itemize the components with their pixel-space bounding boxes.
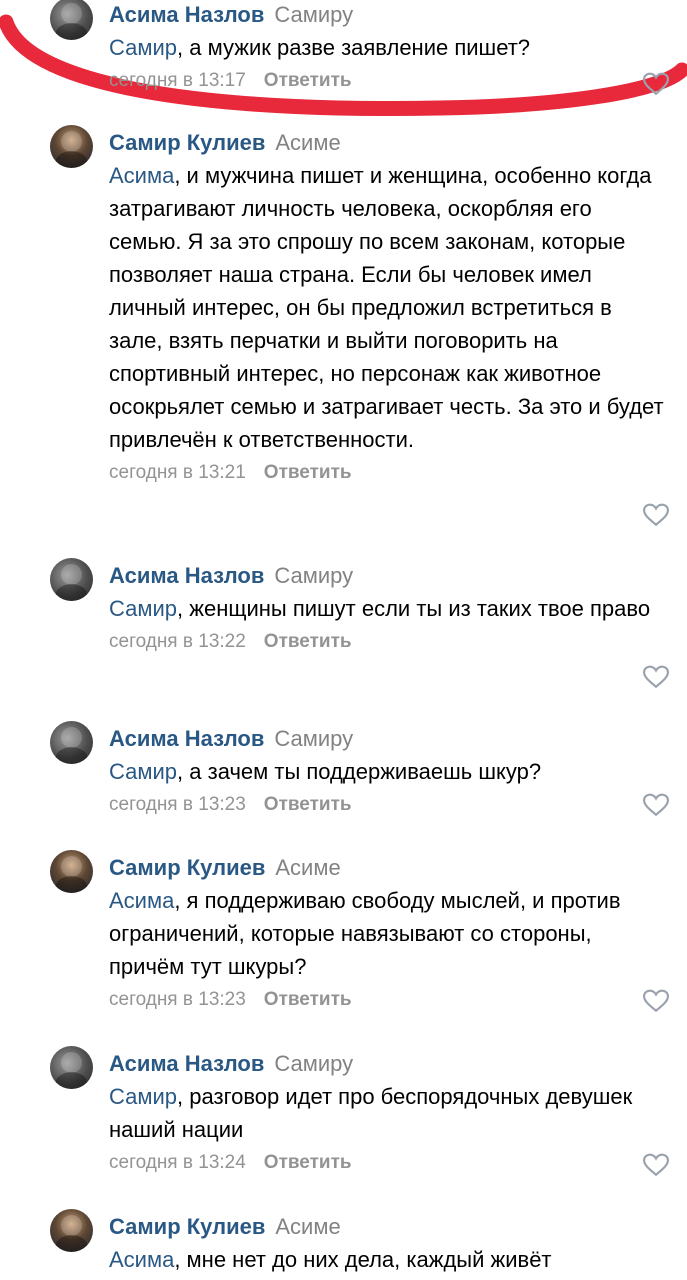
addressee-link[interactable]: Самир bbox=[109, 596, 177, 621]
comment-author[interactable]: Самир Кулиев bbox=[109, 1214, 265, 1239]
asima-avatar[interactable] bbox=[50, 721, 93, 764]
comment-text: , разговор идет про беспорядочных девуше… bbox=[109, 1084, 633, 1142]
heart-outline-icon[interactable] bbox=[643, 503, 669, 527]
samir-avatar[interactable] bbox=[50, 125, 93, 168]
heart-outline-icon[interactable] bbox=[643, 793, 669, 817]
addressee-link[interactable]: Самир bbox=[109, 35, 177, 60]
asima-avatar[interactable] bbox=[50, 0, 93, 40]
comment-date: сегодня в 13:23 bbox=[109, 794, 246, 815]
comment: Самир Кулиев Асиме Асима, и мужчина пишет… bbox=[0, 125, 687, 545]
comment: Асима Назлов Самиру Самир, разговор идет … bbox=[0, 1046, 687, 1186]
comment: Асима Назлов Самиру Самир, а зачем ты под… bbox=[0, 721, 687, 831]
heart-outline-icon[interactable] bbox=[643, 665, 669, 689]
comment-text: , и мужчина пишет и женщина, особенно ко… bbox=[109, 163, 664, 452]
reply-button[interactable]: Ответить bbox=[264, 462, 352, 483]
comment: Самир Кулиев Асиме Асима, я поддерживаю с… bbox=[0, 850, 687, 1020]
addressee-link[interactable]: Асима bbox=[109, 163, 174, 188]
reply-target: Асиме bbox=[275, 130, 341, 155]
addressee-link[interactable]: Самир bbox=[109, 1084, 177, 1109]
heart-outline-icon[interactable] bbox=[643, 72, 669, 96]
heart-outline-icon[interactable] bbox=[643, 1153, 669, 1177]
comment-author[interactable]: Самир Кулиев bbox=[109, 855, 265, 880]
comment-date: сегодня в 13:17 bbox=[109, 70, 246, 91]
comment-date: сегодня в 13:22 bbox=[109, 631, 246, 652]
addressee-link[interactable]: Асима bbox=[109, 888, 174, 913]
comment: Асима Назлов Самиру Самир, а мужик разве … bbox=[0, 0, 687, 110]
comment-date: сегодня в 13:21 bbox=[109, 462, 246, 483]
comment-author[interactable]: Асима Назлов bbox=[109, 1051, 264, 1076]
comment-text: , а мужик разве заявление пишет? bbox=[177, 35, 531, 60]
comment-author[interactable]: Асима Назлов bbox=[109, 726, 264, 751]
comment: Асима Назлов Самиру Самир, женщины пишут … bbox=[0, 558, 687, 698]
asima-avatar[interactable] bbox=[50, 1046, 93, 1089]
reply-button[interactable]: Ответить bbox=[264, 794, 352, 815]
comment-text: , женщины пишут если ты из таких твое пр… bbox=[177, 596, 651, 621]
comment-text: , мне нет до них дела, каждый живёт bbox=[174, 1247, 552, 1272]
reply-target: Самиру bbox=[274, 1051, 354, 1076]
comment-author[interactable]: Асима Назлов bbox=[109, 563, 264, 588]
reply-button[interactable]: Ответить bbox=[264, 631, 352, 652]
comment-text: , а зачем ты поддерживаешь шкур? bbox=[177, 759, 542, 784]
reply-button[interactable]: Ответить bbox=[264, 70, 352, 91]
addressee-link[interactable]: Самир bbox=[109, 759, 177, 784]
comment-author[interactable]: Асима Назлов bbox=[109, 2, 264, 27]
asima-avatar[interactable] bbox=[50, 558, 93, 601]
heart-outline-icon[interactable] bbox=[643, 989, 669, 1013]
addressee-link[interactable]: Асима bbox=[109, 1247, 174, 1272]
reply-target: Асиме bbox=[275, 1214, 341, 1239]
reply-button[interactable]: Ответить bbox=[264, 989, 352, 1010]
samir-avatar[interactable] bbox=[50, 850, 93, 893]
samir-avatar[interactable] bbox=[50, 1209, 93, 1252]
comment-text: , я поддерживаю свободу мыслей, и против… bbox=[109, 888, 621, 979]
comment-date: сегодня в 13:23 bbox=[109, 989, 246, 1010]
reply-target: Самиру bbox=[274, 563, 354, 588]
reply-button[interactable]: Ответить bbox=[264, 1152, 352, 1173]
comment-author[interactable]: Самир Кулиев bbox=[109, 130, 265, 155]
reply-target: Асиме bbox=[275, 855, 341, 880]
comment-date: сегодня в 13:24 bbox=[109, 1152, 246, 1173]
reply-target: Самиру bbox=[274, 2, 354, 27]
reply-target: Самиру bbox=[274, 726, 354, 751]
comment: Самир Кулиев Асиме Асима, мне нет до них … bbox=[0, 1209, 687, 1280]
